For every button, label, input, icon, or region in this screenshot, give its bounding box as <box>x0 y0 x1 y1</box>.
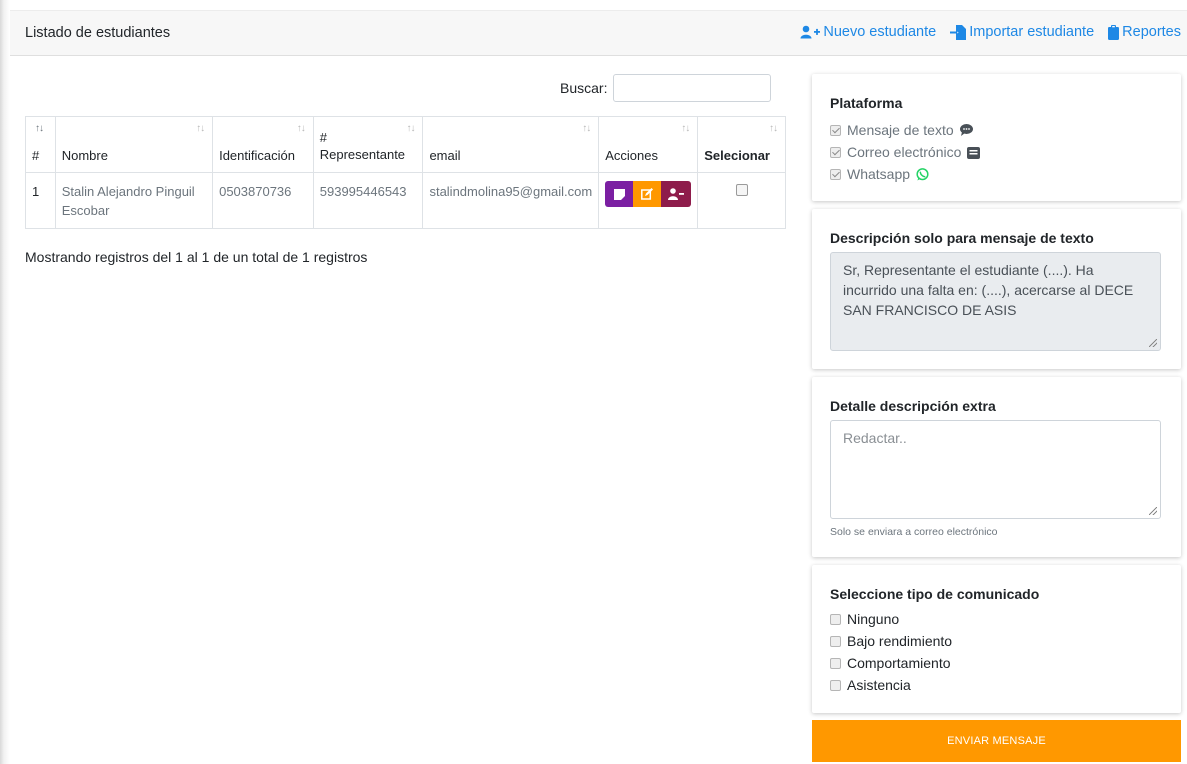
cell-actions <box>598 172 699 229</box>
edit-button[interactable] <box>633 181 662 207</box>
comportamiento-label: Comportamiento <box>847 655 951 671</box>
new-student-link[interactable]: Nuevo estudiante <box>800 24 936 40</box>
file-import-icon <box>950 24 967 40</box>
user-plus-icon <box>800 25 821 39</box>
cell-name: Stalin Alejandro Pinguil Escobar <box>54 172 214 229</box>
description-card: Descripción solo para mensaje de texto S… <box>812 209 1181 369</box>
table-header-row: ↑↓ # ↑↓ Nombre ↑↓ Identificación ↑↓ # Re… <box>25 116 786 173</box>
asistencia-checkbox[interactable] <box>830 679 841 691</box>
students-table: ↑↓ # ↑↓ Nombre ↑↓ Identificación ↑↓ # Re… <box>25 116 786 229</box>
communication-type-options: Ninguno Bajo rendimiento Comportamiento … <box>830 608 952 696</box>
extra-detail-note: Solo se enviara a correo electrónico <box>830 526 998 538</box>
sticky-note-icon <box>613 188 625 200</box>
sms-checkbox[interactable] <box>830 124 841 136</box>
send-message-button[interactable]: ENVIAR MENSAJE <box>812 720 1181 762</box>
comment-icon <box>959 124 973 136</box>
message-button[interactable] <box>605 181 634 207</box>
extra-detail-card: Detalle descripción extra Redactar.. Sol… <box>812 377 1181 557</box>
platform-card: Plataforma Mensaje de texto Correo elect… <box>812 74 1181 201</box>
column-header-name[interactable]: ↑↓ Nombre <box>54 116 214 173</box>
description-text: Sr, Representante el estudiante (....). … <box>843 262 1134 318</box>
communication-type-title: Seleccione tipo de comunicado <box>830 586 1040 602</box>
reports-label: Reportes <box>1122 24 1181 40</box>
column-header-identification[interactable]: ↑↓ Identificación <box>212 116 314 173</box>
table-info: Mostrando registros del 1 al 1 de un tot… <box>25 249 368 265</box>
option-ninguno[interactable]: Ninguno <box>830 608 952 630</box>
table-row: 1 Stalin Alejandro Pinguil Escobar 05038… <box>25 172 786 229</box>
left-edge-shadow <box>0 0 10 764</box>
comportamiento-checkbox[interactable] <box>830 657 841 669</box>
option-asistencia[interactable]: Asistencia <box>830 674 952 696</box>
cell-select <box>697 172 786 229</box>
whatsapp-checkbox[interactable] <box>830 168 841 180</box>
platform-options: Mensaje de texto Correo electrónico What… <box>830 119 981 185</box>
sort-icon: ↑↓ <box>406 123 415 134</box>
option-bajo-rendimiento[interactable]: Bajo rendimiento <box>830 630 952 652</box>
cell-representative: 593995446543 <box>312 172 424 229</box>
ninguno-label: Ninguno <box>847 611 900 627</box>
new-student-label: Nuevo estudiante <box>823 24 937 40</box>
sort-icon: ↑↓ <box>196 123 205 134</box>
reports-link[interactable]: Reportes <box>1108 24 1181 40</box>
platform-option-sms[interactable]: Mensaje de texto <box>830 119 980 141</box>
envelope-open-icon <box>967 146 981 159</box>
search-label: Buscar: <box>560 80 608 96</box>
header-bar: Listado de estudiantes Nuevo estudiante … <box>10 10 1187 56</box>
remove-user-button[interactable] <box>661 181 692 207</box>
communication-type-card: Seleccione tipo de comunicado Ninguno Ba… <box>812 565 1181 713</box>
page-title: Listado de estudiantes <box>25 25 171 41</box>
header-actions: Nuevo estudiante Importar estudiante Rep… <box>800 24 1181 40</box>
column-header-select[interactable]: ↑↓ Selecionar <box>697 116 786 173</box>
whatsapp-label: Whatsapp <box>847 166 911 182</box>
bajo-rendimiento-checkbox[interactable] <box>830 635 841 647</box>
sort-icon: ↑↓ <box>769 123 778 134</box>
sort-icon: ↑↓ <box>35 123 44 134</box>
platform-option-email[interactable]: Correo electrónico <box>830 141 981 163</box>
import-student-link[interactable]: Importar estudiante <box>950 24 1094 40</box>
description-textarea[interactable]: Sr, Representante el estudiante (....). … <box>830 252 1161 351</box>
search-bar: Buscar: <box>560 74 772 102</box>
column-header-email[interactable]: ↑↓ email <box>422 116 600 173</box>
cell-identification: 0503870736 <box>212 172 314 229</box>
description-title: Descripción solo para mensaje de texto <box>830 230 1094 246</box>
sms-label: Mensaje de texto <box>847 122 954 138</box>
extra-detail-placeholder: Redactar.. <box>843 430 907 446</box>
sort-icon: ↑↓ <box>681 123 690 134</box>
option-comportamiento[interactable]: Comportamiento <box>830 652 952 674</box>
column-header-number[interactable]: ↑↓ # <box>25 116 56 173</box>
sort-icon: ↑↓ <box>582 123 591 134</box>
extra-detail-title: Detalle descripción extra <box>830 398 996 414</box>
resize-handle[interactable] <box>1149 339 1157 347</box>
row-select-checkbox[interactable] <box>735 184 748 196</box>
extra-detail-textarea[interactable]: Redactar.. <box>830 420 1161 519</box>
search-input[interactable] <box>613 74 772 102</box>
cell-email: stalindmolina95@gmail.com <box>422 172 600 229</box>
asistencia-label: Asistencia <box>847 677 911 693</box>
ninguno-checkbox[interactable] <box>830 613 841 625</box>
whatsapp-icon <box>916 167 929 180</box>
import-student-label: Importar estudiante <box>969 24 1095 40</box>
row-action-buttons <box>605 181 692 207</box>
platform-option-whatsapp[interactable]: Whatsapp <box>830 163 980 185</box>
column-header-representative[interactable]: ↑↓ # Representante <box>312 116 424 173</box>
resize-handle[interactable] <box>1149 507 1157 515</box>
platform-title: Plataforma <box>830 95 903 111</box>
email-checkbox[interactable] <box>830 146 841 158</box>
email-label: Correo electrónico <box>847 144 962 160</box>
sort-icon: ↑↓ <box>296 123 306 134</box>
clipboard-icon <box>1108 24 1120 40</box>
edit-icon <box>641 188 654 200</box>
column-header-actions[interactable]: ↑↓ Acciones <box>598 116 699 173</box>
bajo-rendimiento-label: Bajo rendimiento <box>847 633 953 649</box>
cell-number: 1 <box>25 172 56 229</box>
user-minus-icon <box>668 188 685 200</box>
